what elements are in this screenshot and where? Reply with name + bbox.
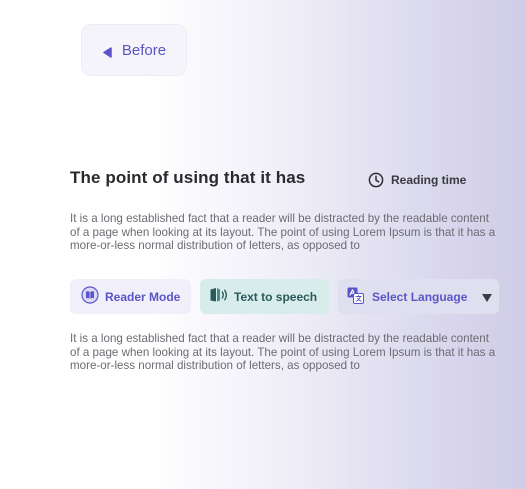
chevron-down-icon (481, 292, 493, 302)
article-paragraph: It is a long established fact that a rea… (70, 212, 496, 253)
book-icon (81, 286, 99, 307)
reader-mode-button[interactable]: Reader Mode (70, 279, 191, 314)
select-language-dropdown[interactable]: Select Language (338, 279, 499, 314)
reading-time: Reading time (368, 172, 466, 188)
translate-icon (347, 287, 364, 307)
before-button[interactable]: Before (81, 24, 187, 76)
reader-mode-label: Reader Mode (105, 289, 181, 304)
article-title: The point of using that it has (70, 168, 306, 187)
before-button-label: Before (121, 41, 167, 59)
clock-icon (368, 172, 384, 188)
reading-time-label: Reading time (391, 173, 467, 187)
text-to-speech-button[interactable]: Text to speech (200, 279, 329, 314)
reading-toolbar: Reader Mode Text to speech Select Langua… (70, 279, 499, 314)
select-language-label: Select Language (372, 289, 468, 304)
text-to-speech-label: Text to speech (234, 289, 318, 304)
article-paragraph: It is a long established fact that a rea… (70, 332, 496, 373)
speaker-book-icon (209, 287, 229, 306)
back-arrow-icon (102, 45, 112, 58)
